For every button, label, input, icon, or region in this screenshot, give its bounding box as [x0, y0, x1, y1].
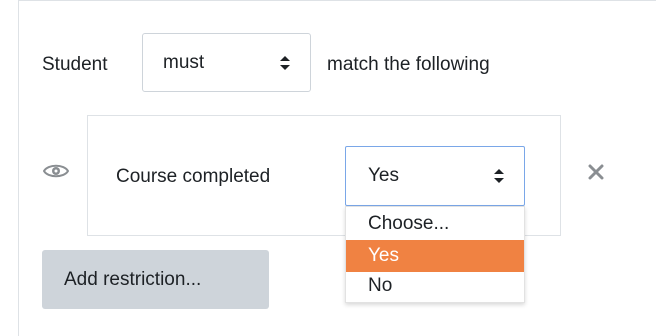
- match-select-value: must: [163, 51, 205, 73]
- chevron-updown-icon: [280, 55, 290, 70]
- match-select[interactable]: must: [142, 33, 311, 92]
- student-label: Student: [42, 54, 108, 75]
- eye-icon[interactable]: [43, 163, 69, 179]
- condition-select-value: Yes: [368, 165, 399, 186]
- condition-dropdown-list: Choose... Yes No: [345, 206, 525, 303]
- condition-label: Course completed: [116, 166, 271, 187]
- condition-select[interactable]: Yes: [345, 146, 525, 206]
- dropdown-option-no[interactable]: No: [346, 270, 524, 302]
- add-restriction-label: Add restriction...: [64, 268, 202, 290]
- chevron-updown-icon: [494, 169, 504, 183]
- match-suffix-label: match the following: [327, 54, 490, 75]
- close-icon[interactable]: [588, 164, 604, 180]
- add-restriction-button[interactable]: Add restriction...: [42, 250, 269, 309]
- dropdown-option-choose[interactable]: Choose...: [346, 208, 524, 240]
- dropdown-option-yes[interactable]: Yes: [346, 240, 524, 272]
